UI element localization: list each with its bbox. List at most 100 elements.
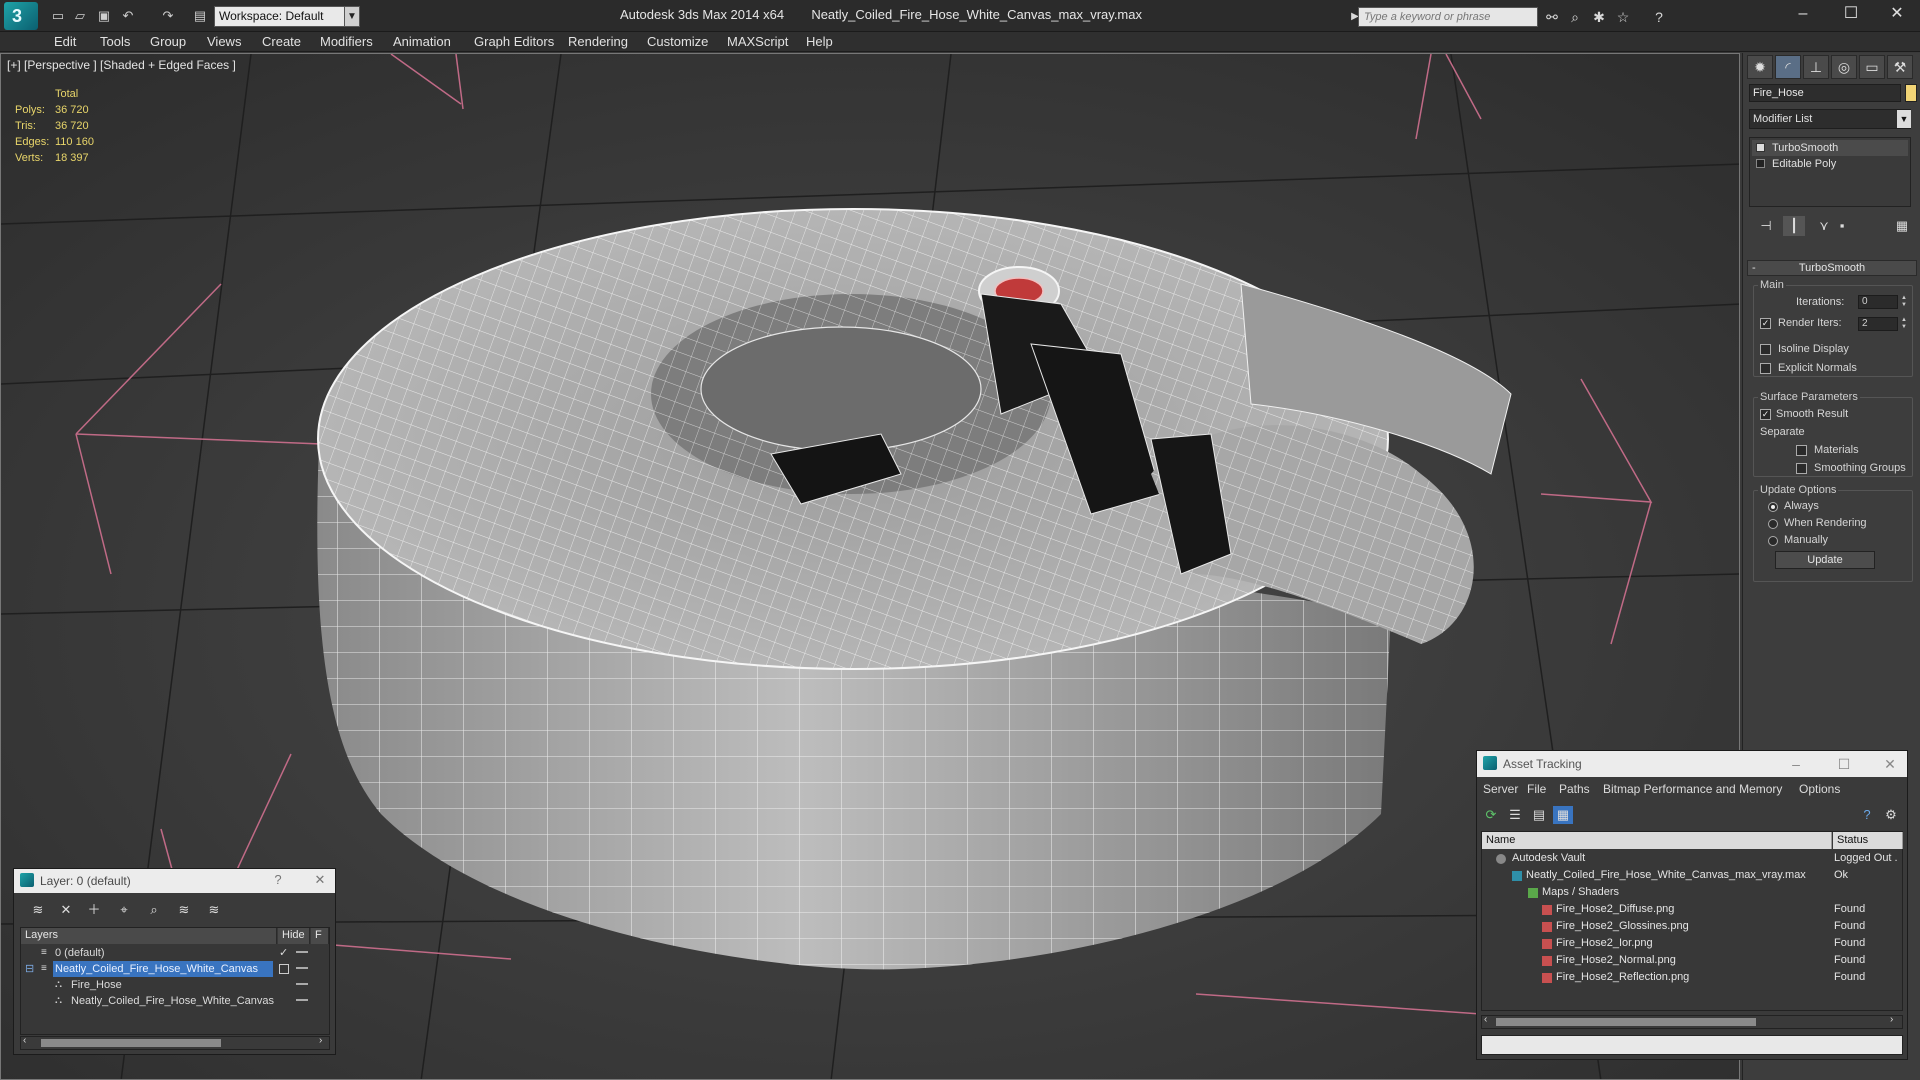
layer-row[interactable]: ≡ 0 (default) ✓ [21,945,329,961]
pin-stack-icon[interactable]: ⊣ [1755,216,1777,236]
column-name[interactable]: Name [1482,832,1832,849]
menu-maxscript[interactable]: MAXScript [727,33,788,51]
menu-tools[interactable]: Tools [100,33,130,51]
menu-help[interactable]: Help [806,33,833,51]
stack-item-turbosmooth[interactable]: TurboSmooth [1752,140,1908,156]
table-row[interactable]: Autodesk Vault Logged Out . [1482,850,1902,867]
select-objects-icon[interactable]: ⌖ [114,902,134,918]
favorites-icon[interactable]: ☆ [1614,8,1632,26]
minimize-icon[interactable]: – [1787,755,1805,773]
table-row[interactable]: Fire_Hose2_Glossines.png Found [1482,918,1902,935]
undo-icon[interactable]: ↶ [120,8,136,24]
menu-options[interactable]: Options [1799,782,1840,796]
table-row[interactable]: Fire_Hose2_Normal.png Found [1482,952,1902,969]
save-icon[interactable]: ▣ [96,8,112,24]
minimize-icon[interactable]: – [1780,0,1826,28]
settings-icon[interactable]: ⚙ [1881,806,1901,824]
menu-graph-editors[interactable]: Graph Editors [474,33,554,51]
always-radio[interactable] [1768,502,1778,512]
help-icon[interactable]: ? [270,872,286,888]
object-color-swatch[interactable] [1905,84,1917,102]
column-status[interactable]: Status [1833,832,1903,849]
project-folder-icon[interactable]: ▤ [192,8,208,24]
maximize-icon[interactable]: ☐ [1835,755,1853,773]
help-icon[interactable]: ? [1857,806,1877,824]
table-row[interactable]: Fire_Hose2_Diffuse.png Found [1482,901,1902,918]
help-icon[interactable]: ? [1650,8,1668,26]
scroll-right-icon[interactable]: › [1890,1014,1893,1025]
when-rendering-radio[interactable] [1768,519,1778,529]
lightbulb-icon[interactable] [1756,143,1765,152]
refresh-icon[interactable]: ⟳ [1481,806,1501,824]
communication-center-icon[interactable]: ✱ [1590,8,1608,26]
isoline-checkbox[interactable] [1760,344,1771,355]
workspace-select[interactable]: Workspace: Default [214,6,360,27]
layers-icon[interactable]: ≋ [28,902,48,918]
menu-customize[interactable]: Customize [647,33,708,51]
column-layers[interactable]: Layers [21,928,277,944]
viewport-label[interactable]: [+] [Perspective ] [Shaded + Edged Faces… [7,58,236,72]
chevron-down-icon[interactable]: ▼ [1897,110,1911,128]
scrollbar-thumb[interactable] [1496,1018,1756,1026]
close-icon[interactable]: ✕ [312,872,328,888]
hierarchy-tab-icon[interactable]: ⊥ [1803,55,1829,79]
update-button[interactable]: Update [1775,551,1875,569]
set-current-checkbox[interactable] [279,964,289,974]
menu-file[interactable]: File [1527,782,1546,796]
spinner-arrows-icon[interactable]: ▲ ▼ [1900,317,1908,331]
layer-row[interactable]: ⊟ ≡ Neatly_Coiled_Fire_Hose_White_Canvas [21,961,329,977]
object-name-field[interactable]: Fire_Hose [1749,84,1901,102]
search-input[interactable]: Type a keyword or phrase [1358,7,1538,27]
scroll-left-icon[interactable]: ‹ [23,1035,26,1046]
close-icon[interactable]: ✕ [1881,755,1899,773]
table-row[interactable]: Fire_Hose2_Ior.png Found [1482,935,1902,952]
collapse-icon[interactable]: ⊟ [25,961,34,977]
render-iters-spinner[interactable]: 2 [1858,317,1898,331]
menu-server[interactable]: Server [1483,782,1518,796]
menu-edit[interactable]: Edit [54,33,76,51]
highlight-layer-icon[interactable]: ⌕ [144,902,164,918]
menu-modifiers[interactable]: Modifiers [320,33,373,51]
search-icon[interactable]: ⌕ [1566,8,1584,26]
explicit-normals-checkbox[interactable] [1760,363,1771,374]
remove-modifier-icon[interactable]: ▪ [1831,216,1853,236]
active-layer-check-icon[interactable]: ✓ [279,945,288,961]
chevron-down-icon[interactable]: ▼ [344,6,360,27]
menu-rendering[interactable]: Rendering [568,33,628,51]
binoculars-icon[interactable]: ⚯ [1543,8,1561,26]
utilities-tab-icon[interactable]: ⚒ [1887,55,1913,79]
spinner-arrows-icon[interactable]: ▲ ▼ [1900,295,1908,309]
open-file-icon[interactable]: ▱ [72,8,88,24]
scroll-left-icon[interactable]: ‹ [1484,1014,1487,1025]
menu-group[interactable]: Group [150,33,186,51]
app-logo-icon[interactable]: 3 [4,2,38,30]
horizontal-scrollbar[interactable]: ‹ › [20,1035,330,1050]
smoothing-groups-checkbox[interactable] [1796,463,1807,474]
freeze-all-icon[interactable]: ≋ [204,902,224,918]
modify-tab-icon[interactable]: ◜ [1775,55,1801,79]
scrollbar-thumb[interactable] [41,1039,221,1047]
close-icon[interactable]: ✕ [1874,0,1920,28]
list-view-icon[interactable]: ☰ [1505,806,1525,824]
hide-toggle[interactable] [296,999,308,1001]
stack-item-editable-poly[interactable]: Editable Poly [1752,156,1908,172]
expand-icon[interactable] [1756,159,1765,168]
materials-checkbox[interactable] [1796,445,1807,456]
smooth-result-checkbox[interactable]: ✓ [1760,409,1771,420]
hide-all-icon[interactable]: ≋ [174,902,194,918]
iterations-spinner[interactable]: 0 [1858,295,1898,309]
add-icon[interactable]: ＋ [84,902,104,918]
table-view-icon[interactable]: ▦ [1553,806,1573,824]
asset-path-field[interactable] [1481,1035,1903,1055]
hide-toggle[interactable] [296,983,308,985]
horizontal-scrollbar[interactable]: ‹ › [1481,1014,1903,1029]
layer-row[interactable]: ⛬ Neatly_Coiled_Fire_Hose_White_Canvas [21,993,329,1009]
maximize-icon[interactable]: ☐ [1828,0,1874,28]
delete-icon[interactable]: ✕ [56,902,76,918]
show-end-result-icon[interactable]: ┃ [1783,216,1805,236]
thumbnail-view-icon[interactable]: ▤ [1529,806,1549,824]
render-iters-checkbox[interactable]: ✓ [1760,318,1771,329]
table-row[interactable]: Neatly_Coiled_Fire_Hose_White_Canvas_max… [1482,867,1902,884]
table-row[interactable]: Fire_Hose2_Reflection.png Found [1482,969,1902,986]
table-row[interactable]: Maps / Shaders [1482,884,1902,901]
